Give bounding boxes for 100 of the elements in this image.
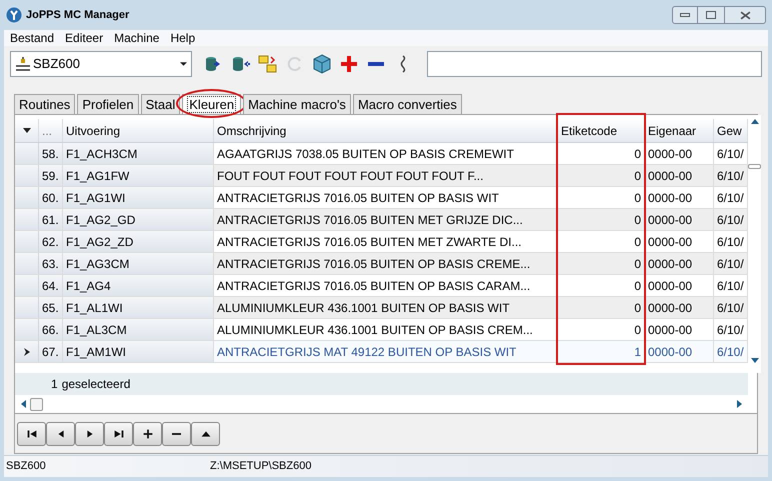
table-cell-text: 66. <box>42 322 59 338</box>
tab[interactable]: Routines <box>14 94 76 114</box>
cube-icon[interactable] <box>312 54 332 74</box>
column-header[interactable]: Eigenaar <box>648 122 696 140</box>
table-row[interactable]: 59. F1_AG1FW FOUT FOUT FOUT FOUT FOUT FOUT FOUT F... 0 0000-00 6/10/ <box>15 165 748 187</box>
vertical-scrollbar[interactable] <box>748 115 761 373</box>
close-button[interactable] <box>724 6 766 24</box>
table-cell-text: 6/10/ <box>717 212 744 228</box>
navigator-button[interactable] <box>162 422 191 446</box>
table-row[interactable]: 62. F1_AG2_ZD ANTRACIETGRIJS 7016.05 BUITEN MET ZWARTE DI... 0 0000-00 6/10/ <box>15 231 748 253</box>
table-cell-text: 0000-00 <box>648 278 692 294</box>
table-cell-text: 65. <box>42 300 59 316</box>
menu-item[interactable]: Help <box>170 29 196 47</box>
table-cell-text: 63. <box>42 256 59 272</box>
table-cell-text: 60. <box>42 190 59 206</box>
table-cell-text: 6/10/ <box>717 344 744 360</box>
table-cell-text: 6/10/ <box>717 278 744 294</box>
close-icon <box>740 10 750 20</box>
plus-icon[interactable] <box>339 54 359 74</box>
table-cell-text: 0000-00 <box>648 146 692 162</box>
navigator-button[interactable] <box>133 422 162 446</box>
scroll-left-icon[interactable] <box>21 400 26 408</box>
table-cell-text: ANTRACIETGRIJS MAT 49122 BUITEN OP BASIS WIT <box>217 344 516 360</box>
selection-count: 1 <box>51 376 58 393</box>
navigator-button[interactable] <box>17 422 46 446</box>
status-text: Z:\MSETUP\SBZ600 <box>210 459 312 474</box>
table-cell-text: 6/10/ <box>717 234 744 250</box>
folders-icon[interactable] <box>258 54 278 74</box>
minimize-button[interactable] <box>672 6 698 24</box>
table-cell-text: F1_AG1FW <box>66 168 130 184</box>
menu-item[interactable]: Machine <box>114 29 160 47</box>
table-row[interactable]: 67. F1_AM1WI ANTRACIETGRIJS MAT 49122 BUITEN OP BASIS WIT 1 0000-00 6/10/ <box>15 341 748 363</box>
column-header[interactable]: Gew <box>717 122 742 140</box>
table-row[interactable]: 60. F1_AG1WI ANTRACIETGRIJS 7016.05 BUITEN OP BASIS WIT 0 0000-00 6/10/ <box>15 187 748 209</box>
table-cell-text: ANTRACIETGRIJS 7016.05 BUITEN OP BASIS WIT <box>217 190 499 206</box>
column-header[interactable]: ... <box>42 122 52 140</box>
table-row[interactable]: 64. F1_AG4 ANTRACIETGRIJS 7016.05 BUITEN OP BASIS CARAM... 0 0000-00 6/10/ <box>15 275 748 297</box>
scroll-thumb[interactable] <box>748 164 761 169</box>
maximize-button[interactable] <box>698 6 724 24</box>
tab[interactable]: Macro converties <box>352 94 462 114</box>
navigator-button[interactable] <box>191 422 220 446</box>
tab[interactable]: Staal <box>140 94 180 114</box>
navigator-button[interactable] <box>104 422 133 446</box>
table-cell-text: 0 <box>634 190 641 206</box>
table-cell-text: F1_AG1WI <box>66 190 126 206</box>
tab[interactable]: Profielen <box>77 94 139 114</box>
table-row[interactable]: 63. F1_AG3CM ANTRACIETGRIJS 7016.05 BUITEN OP BASIS CREME... 0 0000-00 6/10/ <box>15 253 748 275</box>
sort-caret-icon[interactable] <box>22 128 30 133</box>
tab[interactable]: Kleuren <box>182 94 242 114</box>
table-row[interactable]: 65. F1_AL1WI ALUMINIUMKLEUR 436.1001 BUITEN OP BASIS WIT 0 0000-00 6/10/ <box>15 297 748 319</box>
table-cell-text: 6/10/ <box>717 256 744 272</box>
table-cell-text: 0000-00 <box>648 168 692 184</box>
table-cell-text: 0000-00 <box>648 322 692 338</box>
table-cell-text: F1_AG2_ZD <box>66 234 134 250</box>
column-header[interactable]: Etiketcode <box>561 122 618 140</box>
scroll-right-icon[interactable] <box>737 400 742 408</box>
table-cell-text: 62. <box>42 234 59 250</box>
plus-icon <box>140 426 154 440</box>
table-cell-text: 6/10/ <box>717 190 744 206</box>
database-arrow-icon[interactable] <box>231 54 251 74</box>
scroll-down-icon[interactable] <box>750 358 758 363</box>
table-row[interactable]: 66. F1_AL3CM ALUMINIUMKLEUR 436.1001 BUITEN OP BASIS CREM... 0 0000-00 6/10/ <box>15 319 748 341</box>
table-cell-text: 0 <box>634 234 641 250</box>
table-cell-text: 0 <box>634 278 641 294</box>
table-cell-text: F1_AG4 <box>66 278 111 294</box>
machine-dropdown[interactable]: SBZ600 <box>10 51 192 77</box>
table-cell-text: ALUMINIUMKLEUR 436.1001 BUITEN OP BASIS CREM... <box>217 322 533 338</box>
table-cell-text: 0000-00 <box>648 234 692 250</box>
table-cell-text: 58. <box>42 146 59 162</box>
status-text: SBZ600 <box>5 459 47 474</box>
scroll-up-icon[interactable] <box>750 119 758 124</box>
tab[interactable]: Machine macro's <box>243 94 351 114</box>
table-cell-text: 6/10/ <box>717 146 744 162</box>
scroll-thumb[interactable] <box>30 398 43 410</box>
table-cell-text: F1_AL1WI <box>66 300 123 316</box>
table-cell-text: F1_AG2_GD <box>66 212 136 228</box>
table-cell-text: 0 <box>634 146 641 162</box>
table-cell-text: ANTRACIETGRIJS 7016.05 BUITEN OP BASIS CARAM... <box>217 278 530 294</box>
menu-item[interactable]: Bestand <box>10 29 54 47</box>
table-cell-text: 0000-00 <box>648 190 692 206</box>
table-cell-text: ANTRACIETGRIJS 7016.05 BUITEN OP BASIS CREME... <box>217 256 530 272</box>
table-cell-text: 0000-00 <box>648 212 692 228</box>
table-cell-text: ANTRACIETGRIJS 7016.05 BUITEN MET ZWARTE DI... <box>217 234 522 250</box>
table-cell-text: 0 <box>634 256 641 272</box>
table-cell-text: 1 <box>634 344 641 360</box>
table-cell-text: F1_AG3CM <box>66 256 130 272</box>
text-field[interactable] <box>427 51 762 77</box>
navigator-button[interactable] <box>46 422 75 446</box>
table-row[interactable]: 58. F1_ACH3CM AGAATGRIJS 7038.05 BUITEN OP BASIS CREMEWIT 0 0000-00 6/10/ <box>15 143 748 165</box>
table-cell-text: F1_AL3CM <box>66 322 127 338</box>
table-cell-text: F1_ACH3CM <box>66 146 138 162</box>
table-row[interactable]: 61. F1_AG2_GD ANTRACIETGRIJS 7016.05 BUITEN MET GRIJZE DIC... 0 0000-00 6/10/ <box>15 209 748 231</box>
table-cell-text: 61. <box>42 212 59 228</box>
table-cell-text: 0 <box>634 300 641 316</box>
table-cell-text: 64. <box>42 278 59 294</box>
navigator-button[interactable] <box>75 422 104 446</box>
column-header[interactable]: Omschrijving <box>217 122 286 140</box>
column-header[interactable]: Uitvoering <box>66 122 120 140</box>
table-cell-text: 6/10/ <box>717 300 744 316</box>
menu-item[interactable]: Editeer <box>65 29 104 47</box>
